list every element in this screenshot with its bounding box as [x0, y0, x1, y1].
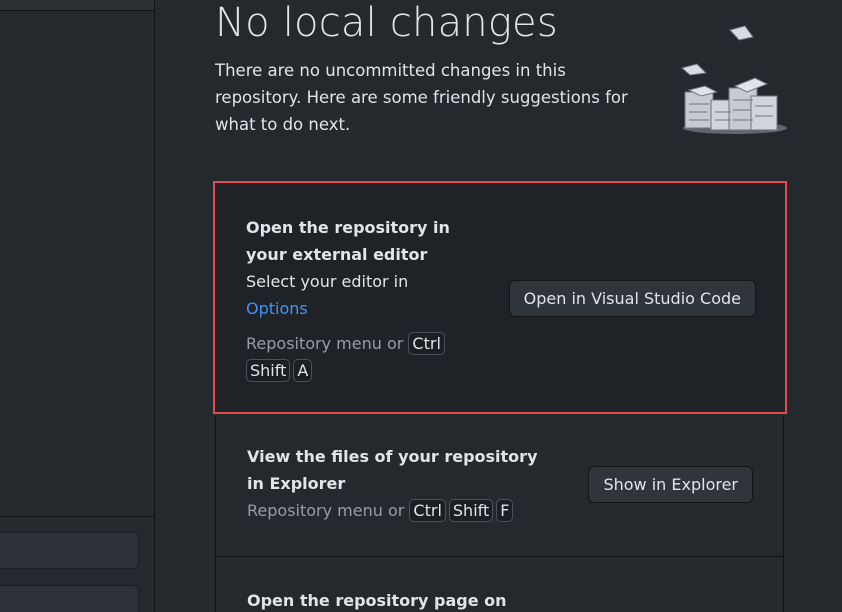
key-ctrl: Ctrl — [408, 332, 445, 355]
app-window: No local changes There are no uncommitte… — [0, 0, 842, 612]
open-on-github-card: Open the repository page on GitHub — [215, 556, 784, 612]
open-in-editor-card: Open the repository in your external edi… — [213, 181, 787, 414]
options-link[interactable]: Options — [246, 299, 308, 318]
open-in-editor-description: Select your editor in Options — [246, 268, 476, 322]
show-in-explorer-text: View the files of your repository in Exp… — [247, 443, 547, 524]
show-in-explorer-title: View the files of your repository in Exp… — [247, 447, 538, 493]
shortcut-prefix: Repository menu or — [246, 334, 404, 353]
sidebar-header — [0, 0, 154, 11]
commit-description-input[interactable] — [0, 585, 139, 612]
page-title: No local changes — [215, 0, 558, 46]
show-in-explorer-card: View the files of your repository in Exp… — [215, 416, 784, 557]
paper-stack-illustration — [680, 25, 787, 134]
editor-description-prefix: Select your editor in — [246, 272, 409, 291]
show-in-explorer-shortcut: Repository menu or Ctrl Shift F — [247, 497, 547, 524]
show-in-explorer-button[interactable]: Show in Explorer — [588, 466, 753, 503]
no-changes-view: No local changes There are no uncommitte… — [155, 0, 842, 612]
commit-summary-input[interactable] — [0, 532, 139, 569]
open-on-github-text: Open the repository page on GitHub — [247, 587, 547, 612]
sidebar — [0, 0, 155, 612]
key-f: F — [496, 499, 514, 522]
open-in-vscode-button[interactable]: Open in Visual Studio Code — [508, 280, 756, 317]
open-in-editor-text: Open the repository in your external edi… — [246, 214, 476, 384]
shortcut-prefix: Repository menu or — [247, 501, 405, 520]
open-on-github-title: Open the repository page on GitHub — [247, 591, 507, 610]
key-shift: Shift — [448, 499, 494, 522]
open-in-editor-title: Open the repository in your external edi… — [246, 218, 450, 264]
open-in-editor-shortcut: Repository menu or Ctrl Shift A — [246, 330, 476, 384]
key-ctrl: Ctrl — [409, 499, 446, 522]
key-shift: Shift — [246, 359, 291, 382]
commit-panel — [0, 516, 154, 612]
key-a: A — [293, 359, 313, 382]
page-subtitle: There are no uncommitted changes in this… — [215, 61, 628, 134]
